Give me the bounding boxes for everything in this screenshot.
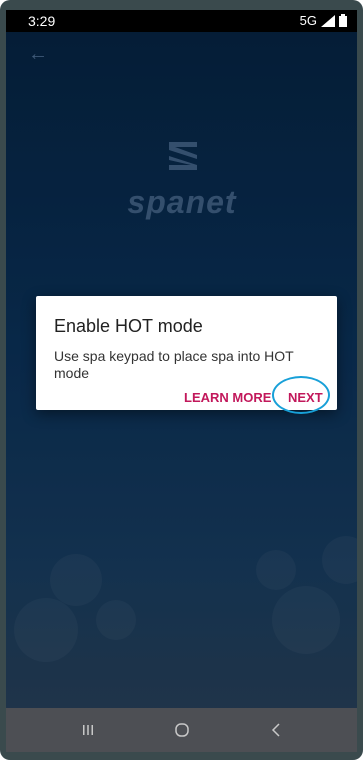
recents-icon[interactable] [68,708,108,752]
system-nav-bar [6,708,357,752]
status-bar: 3:29 5G [6,10,357,32]
next-button[interactable]: NEXT [288,390,323,405]
device-frame: 3:29 5G ← spanet Enable HOT mode Use spa… [0,0,363,760]
enable-hot-mode-dialog: Enable HOT mode Use spa keypad to place … [36,296,337,414]
network-label: 5G [299,13,317,28]
status-time: 3:29 [28,13,56,29]
dialog-title: Enable HOT mode [54,316,203,336]
dialog-message: Use spa keypad to place spa into HOT mod… [54,348,294,381]
app-screen: 3:29 5G ← spanet Enable HOT mode Use spa… [6,10,357,752]
status-indicators: 5G [300,13,347,28]
learn-more-button[interactable]: LEARN MORE [184,390,271,405]
nav-back-icon[interactable] [256,708,296,752]
home-icon[interactable] [162,708,202,752]
battery-icon [339,14,347,27]
signal-icon [321,14,335,27]
